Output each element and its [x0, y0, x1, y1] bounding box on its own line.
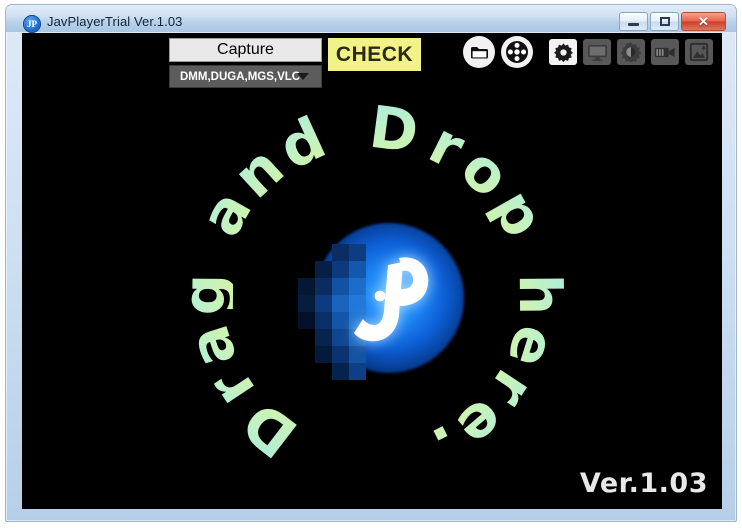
source-select[interactable]: DMM,DUGA,MGS,VLC: [169, 65, 322, 88]
check-button[interactable]: CHECK: [328, 38, 421, 71]
capture-button[interactable]: Capture: [169, 38, 322, 62]
window-controls: ✕: [619, 12, 726, 31]
mosaic-pixel: [315, 295, 332, 312]
gear-icon[interactable]: [549, 39, 577, 65]
video-camera-icon[interactable]: [651, 39, 679, 65]
mosaic-pixel: [332, 363, 349, 380]
mosaic-pixel: [298, 278, 315, 295]
drop-text-char: g: [169, 273, 239, 316]
monitor-icon[interactable]: [583, 39, 611, 65]
minimize-icon: [628, 23, 639, 26]
version-label: Ver.1.03: [579, 468, 708, 499]
jp-logo-mark: [347, 249, 437, 349]
icon-toolbar: [463, 36, 713, 68]
title-bar: JP JavPlayerTrial Ver.1.03 ✕: [6, 5, 736, 32]
brightness-icon[interactable]: [617, 39, 645, 65]
film-reel-icon[interactable]: [501, 36, 533, 68]
mosaic-pixel: [315, 346, 332, 363]
close-icon: ✕: [698, 14, 709, 29]
folder-open-icon[interactable]: [463, 36, 495, 68]
drop-text-char: h: [505, 273, 575, 316]
app-window: JP JavPlayerTrial Ver.1.03 ✕ DragandDrop…: [0, 0, 742, 528]
maximize-button[interactable]: [650, 12, 679, 31]
mosaic-pixel: [315, 278, 332, 295]
source-select-value: DMM,DUGA,MGS,VLC: [180, 70, 301, 83]
jp-orb: [298, 223, 464, 380]
drag-drop-art: DragandDrophere.: [22, 33, 722, 509]
mosaic-pixel: [298, 312, 315, 329]
maximize-icon: [659, 17, 670, 26]
jp-logo-icon: JP: [24, 16, 40, 32]
drop-text-char: D: [229, 387, 310, 471]
image-enhance-icon[interactable]: [685, 39, 713, 65]
drop-canvas[interactable]: DragandDrophere. Capture DMM,DUGA,MGS,VL…: [22, 33, 722, 509]
mosaic-pixel: [349, 363, 366, 380]
close-button[interactable]: ✕: [681, 12, 726, 31]
drop-text-char: a: [173, 317, 251, 376]
chevron-down-icon: [297, 73, 309, 80]
mosaic-pixel: [315, 261, 332, 278]
mosaic-pixel: [298, 295, 315, 312]
drop-text-char: e: [493, 317, 571, 376]
minimize-button[interactable]: [619, 12, 648, 31]
window-title: JavPlayerTrial Ver.1.03: [47, 14, 183, 29]
mosaic-pixel: [315, 312, 332, 329]
app-icon-label: JP: [27, 18, 37, 29]
drop-text-char: D: [365, 92, 423, 167]
mosaic-pixel: [315, 329, 332, 346]
